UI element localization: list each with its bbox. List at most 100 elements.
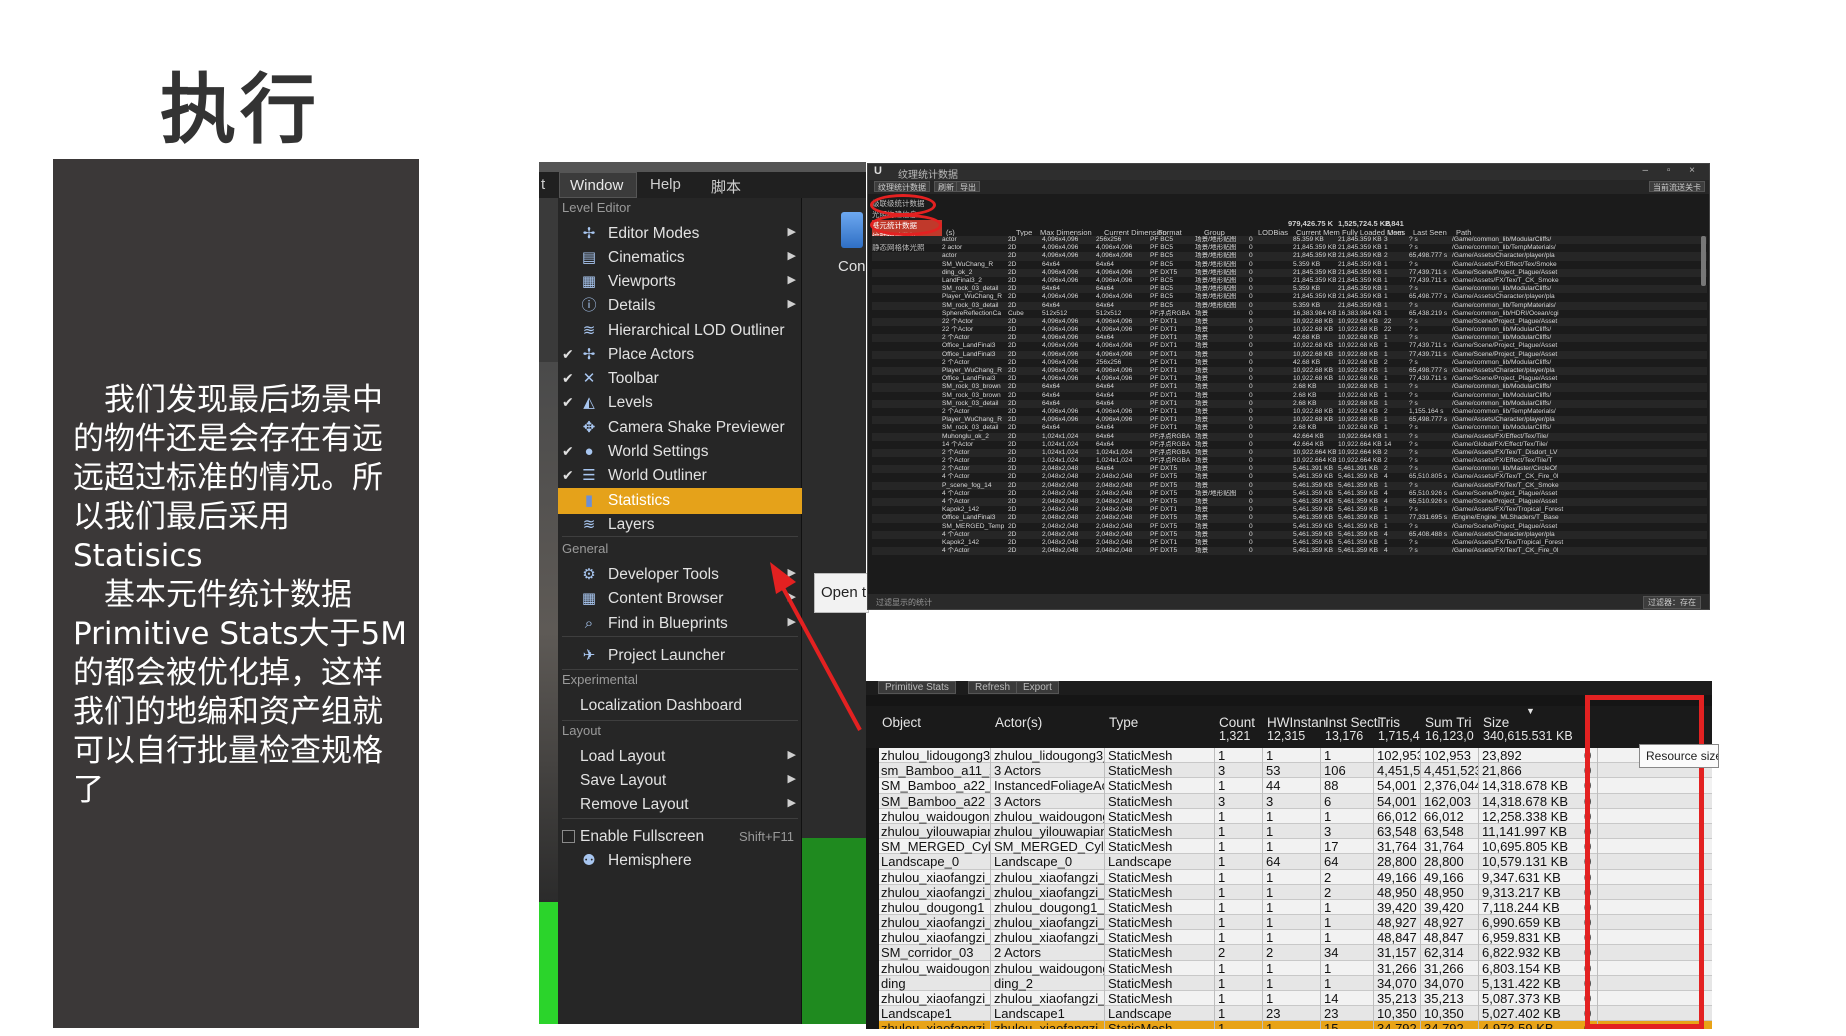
texture-table-row[interactable]: 2 个Actor 2D 1,024x1,024 1,024x1,024 PF浮点RGBA… xyxy=(872,457,1707,465)
texture-table-row[interactable]: 2 个Actor 2D 1,024x1,024 1,024x1,024 PF浮点RGBA… xyxy=(872,448,1707,458)
texture-table-row[interactable]: SM_MERGED_Temp 2D 2,048x2,048 2,048x2,048 PF… xyxy=(872,523,1707,531)
primitive-column-header[interactable]: Size xyxy=(1483,715,1509,730)
texture-table-row[interactable]: Office_LandFinal3 2D 4,096x4,096 4,096x4,09… xyxy=(872,375,1707,383)
texture-cell: 10,922.68 KB xyxy=(1293,367,1333,374)
texture-table-row[interactable]: actor 2D 4,096x4,096 256x256 PF BC5 场景/地形贴图 0 8… xyxy=(872,236,1707,245)
texture-stats-dropdown[interactable]: 纹理统计数据 xyxy=(874,181,930,192)
tab-primitive-stats[interactable]: Primitive Stats xyxy=(878,681,956,694)
texture-table-row[interactable]: 22 个Actor 2D 4,096x4,096 4,096x4,096 PF DXT1… xyxy=(872,326,1707,334)
enable-fullscreen-item[interactable]: Enable Fullscreen Shift+F11 xyxy=(558,824,802,850)
primitive-cell: 2 xyxy=(1264,945,1321,961)
texture-table-row[interactable]: SM_rock_03_brown 2D 64x64 64x64 PF DXT1 场景 0 2.… xyxy=(872,383,1707,392)
menu-item-load-layout[interactable]: Load Layout ▶ xyxy=(558,744,802,770)
menu-item-toolbar[interactable]: ✔ ✕ Toolbar xyxy=(558,366,802,392)
primitive-cell: 64 xyxy=(1264,854,1321,870)
primitive-column-header[interactable]: Object xyxy=(882,715,921,730)
texture-cell: 2D xyxy=(1008,465,1017,473)
texture-table-row[interactable]: SM_rock_03_detail 2D 64x64 64x64 PF DXT1 场景 0 2… xyxy=(872,399,1707,408)
fullscreen-checkbox[interactable] xyxy=(562,830,575,843)
texture-table-row[interactable]: SM_rock_03_detail 2D 64x64 64x64 PF DXT1 场景 0 2… xyxy=(872,424,1707,432)
menu-script[interactable]: 脚本 xyxy=(711,176,741,197)
texture-table-row[interactable]: LandFinal3_2 2D 4,096x4,096 4,096x4,096 PF B… xyxy=(872,277,1707,285)
texture-cell: 10,922.68 KB xyxy=(1293,416,1333,424)
texture-cell: PF BC5 xyxy=(1150,293,1174,301)
texture-table-row[interactable]: SM_rock_03_detail 2D 64x64 64x64 PF BC5 场景/地形… xyxy=(872,301,1707,310)
menu-item-place-actors[interactable]: ✔ ✢ Place Actors xyxy=(558,342,802,368)
primitive-column-header[interactable]: Type xyxy=(1109,715,1138,730)
menu-item-hemisphere[interactable]: ⚉ Hemisphere xyxy=(558,848,802,874)
texture-cell: 0 xyxy=(1249,424,1253,432)
primitive-column-header[interactable]: Count xyxy=(1219,715,1255,730)
texture-table-row[interactable]: 2 个Actor 2D 4,096x4,096 64x64 PF DXT1 场景 0 42.6… xyxy=(872,334,1707,343)
texture-table-row[interactable]: Office_LandFinal3 2D 2,048x2,048 2,048x2,04… xyxy=(872,514,1707,523)
primitive-cell: zhulou_xiaofangzi_02 xyxy=(879,884,991,900)
texture-table-row[interactable]: actor 2D 4,096x4,096 4,096x4,096 PF BC5 场景/地形… xyxy=(872,252,1707,261)
texture-cell: 场景 xyxy=(1195,358,1209,366)
menu-item-remove-layout[interactable]: Remove Layout ▶ xyxy=(558,792,802,818)
sort-descending-icon[interactable]: ▼ xyxy=(1526,706,1535,716)
texture-table-row[interactable]: 22 个Actor 2D 4,096x4,096 4,096x4,096 PF DXT1… xyxy=(872,317,1707,327)
primitive-cell: 44 xyxy=(1264,778,1321,794)
menu-window[interactable]: Window xyxy=(559,172,637,198)
menu-item-statistics[interactable]: ▮ Statistics xyxy=(558,488,802,514)
texture-table-row[interactable]: 2 个Actor 2D 4,096x4,096 256x256 PF DXT1 场景 0 42… xyxy=(872,359,1707,367)
texture-cell: 2,048x2,048 xyxy=(1042,473,1079,481)
texture-table-row[interactable]: Kapok2_142 2D 2,048x2,048 2,048x2,048 PF DXT… xyxy=(872,506,1707,514)
level-filter-dropdown[interactable]: 当前流送关卡 xyxy=(1649,181,1705,192)
texture-table-row[interactable]: SM_rock_03_detail 2D 64x64 64x64 PF BC5 场景/地形… xyxy=(872,285,1707,294)
texture-table-row[interactable]: Player_WuChang_R 2D 4,096x4,096 4,096x4,096… xyxy=(872,293,1707,301)
texture-table-row[interactable]: SphereReflectionCa Cube 512x512 512x512 PF浮点… xyxy=(872,310,1707,318)
refresh-button[interactable]: 刷新 xyxy=(934,181,958,192)
menu-item-levels[interactable]: ✔ ◭ Levels xyxy=(558,390,802,416)
texture-table-row[interactable]: P_scene_fog_14 2D 2,048x2,048 2,048x2,048 PF… xyxy=(872,481,1707,490)
window-controls-icon[interactable]: – ▫ × xyxy=(1642,165,1703,176)
menu-item-details[interactable]: ⓘ Details ▶ xyxy=(558,293,802,319)
menu-item-layers[interactable]: ≋ Layers xyxy=(558,512,802,538)
menu-item-world-outliner[interactable]: ✔ ☰ World Outliner xyxy=(558,463,802,489)
texture-cell: 1 xyxy=(1384,293,1388,301)
menu-item-save-layout[interactable]: Save Layout ▶ xyxy=(558,768,802,794)
primitive-column-header[interactable]: Tris xyxy=(1378,715,1400,730)
texture-table-row[interactable]: 4 个Actor 2D 2,048x2,048 2,048x2,048 PF DXT5 场… xyxy=(872,498,1707,507)
texture-table-row[interactable]: Office_LandFinal3 2D 4,096x4,096 4,096x4,09… xyxy=(872,342,1707,350)
texture-table-row[interactable]: Kapok2_142 2D 2,048x2,048 2,048x2,048 PF DXT… xyxy=(872,539,1707,547)
menu-item-viewports[interactable]: ▦ Viewports ▶ xyxy=(558,269,802,295)
primitive-cell: zhulou_waidougong_0 xyxy=(881,960,991,976)
texture-table-row[interactable]: 4 个Actor 2D 2,048x2,048 2,048x2,048 PF DXT5 场… xyxy=(872,473,1707,481)
texture-cell: 65,498.777 s xyxy=(1409,293,1448,301)
texture-table-row[interactable]: Muhonglu_ok_2 2D 1,024x1,024 64x64 PF浮点RGBA 场… xyxy=(872,432,1707,441)
menu-item-world-settings[interactable]: ✔ ● World Settings xyxy=(558,439,802,465)
footer-filter-dropdown[interactable]: 过滤器：存在 xyxy=(1643,596,1701,609)
texture-table-row[interactable]: 2 个Actor 2D 2,048x2,048 64x64 PF DXT5 场景 0 5,46… xyxy=(872,465,1707,474)
primitive-column-header[interactable]: Inst Secti xyxy=(1325,715,1381,730)
texture-table-row[interactable]: 4 个Actor 2D 2,048x2,048 2,048x2,048 PF DXT5 场… xyxy=(872,530,1707,539)
texture-table-row[interactable]: 4 个Actor 2D 2,048x2,048 2,048x2,048 PF DXT5 场… xyxy=(872,490,1707,498)
texture-table-row[interactable]: Office_LandFinal3 2D 4,096x4,096 4,096x4,09… xyxy=(872,350,1707,359)
primitive-cell: 6 xyxy=(1322,793,1374,809)
primitive-cell: 14,318.678 KB xyxy=(1480,778,1590,794)
export-button[interactable]: 导出 xyxy=(956,181,980,192)
texture-scrollbar[interactable] xyxy=(1701,236,1706,286)
texture-table-row[interactable]: SM_rock_03_brown 2D 64x64 64x64 PF DXT1 场景 0 2.… xyxy=(872,392,1707,400)
texture-table-row[interactable]: Player_WuChang_R 2D 4,096x4,096 4,096x4,096… xyxy=(872,416,1707,425)
menu-help[interactable]: Help xyxy=(650,176,681,193)
tab-export[interactable]: Export xyxy=(1016,681,1059,694)
tab-refresh[interactable]: Refresh xyxy=(968,681,1018,694)
texture-table-row[interactable]: ding_ok_2 2D 4,096x4,096 4,096x4,096 PF DXT5… xyxy=(872,268,1707,277)
texture-table-row[interactable]: 4 个Actor 2D 2,048x2,048 2,048x2,048 PF DXT5 场… xyxy=(872,547,1707,556)
menu-item-cinematics[interactable]: ▤ Cinematics ▶ xyxy=(558,245,802,271)
texture-cell: Office_LandFinal3 xyxy=(942,342,996,350)
texture-table-row[interactable]: Player_WuChang_R 2D 4,096x4,096 4,096x4,096… xyxy=(872,367,1707,376)
texture-table-row[interactable]: SM_WuChang_R 2D 64x64 64x64 PF BC5 场景/地形贴图 0 5.… xyxy=(872,261,1707,269)
menu-item-label: Developer Tools xyxy=(608,566,719,583)
texture-table-row[interactable]: 2 个Actor 2D 4,096x4,096 4,096x4,096 PF DXT1 场… xyxy=(872,408,1707,416)
primitive-column-header[interactable]: HWInstan xyxy=(1267,715,1326,730)
primitive-column-header[interactable]: Sum Tri xyxy=(1425,715,1472,730)
menu-item-camera-shake-previewer[interactable]: ✥ Camera Shake Previewer xyxy=(558,415,802,441)
texture-table-row[interactable]: 14 个Actor 2D 1,024x1,024 64x64 PF浮点RGBA 场景 0 42… xyxy=(872,441,1707,449)
primitive-column-header[interactable]: Actor(s) xyxy=(995,715,1042,730)
menu-item-hierarchical-lod-outliner[interactable]: ≋ Hierarchical LOD Outliner xyxy=(558,318,802,344)
texture-table-row[interactable]: 2 actor 2D 4,096x4,096 4,096x4,096 PF BC5 场景/… xyxy=(872,244,1707,252)
menu-item-editor-modes[interactable]: ✢ Editor Modes ▶ xyxy=(558,221,802,247)
texture-cell: /Game/common_lib/ModularCliffs/ xyxy=(1452,326,1552,334)
